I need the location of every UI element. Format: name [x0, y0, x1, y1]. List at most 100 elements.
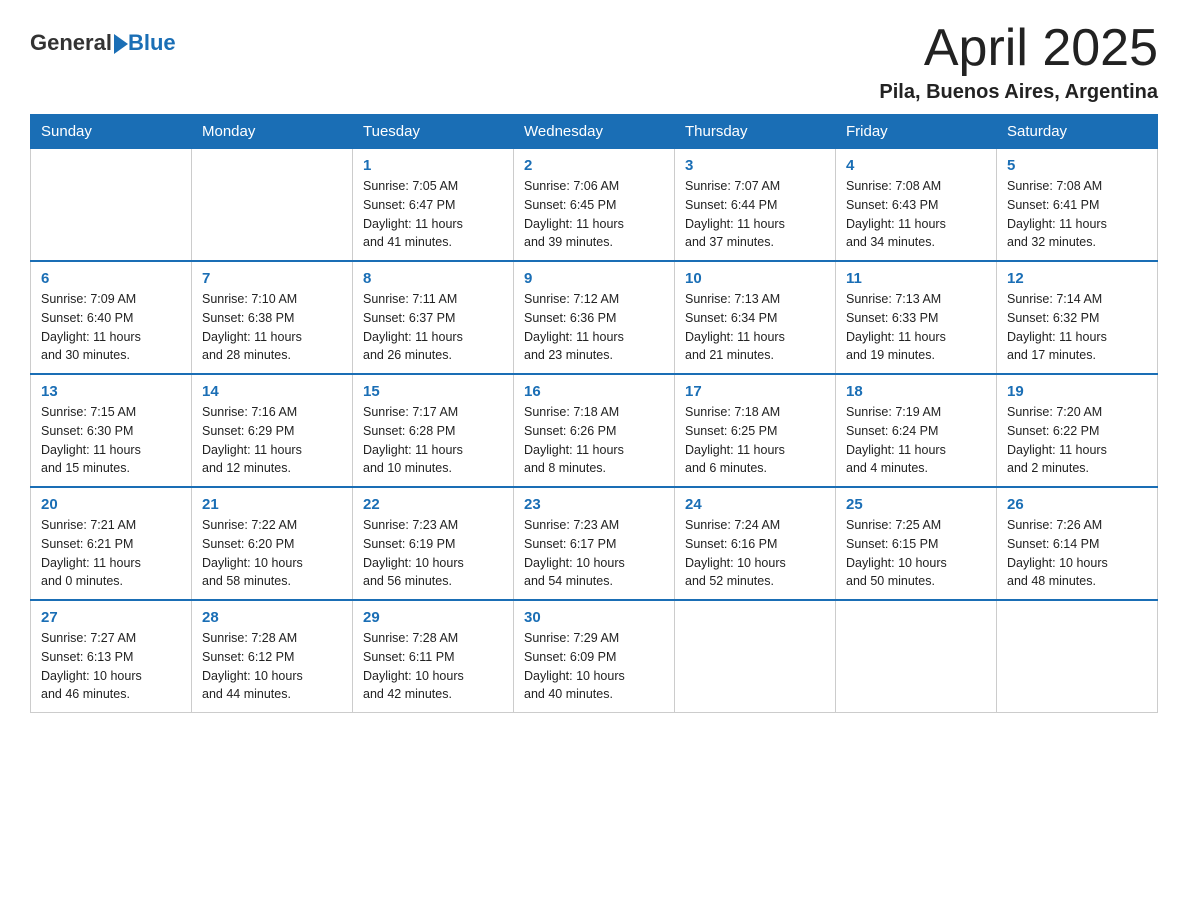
calendar-day-cell: 26 Sunrise: 7:26 AMSunset: 6:14 PMDayligh… — [997, 487, 1158, 600]
day-info: Sunrise: 7:14 AMSunset: 6:32 PMDaylight:… — [1007, 290, 1147, 365]
calendar-day-cell: 6Sunrise: 7:09 AMSunset: 6:40 PMDaylight… — [31, 261, 192, 374]
day-info: Sunrise: 7:26 AMSunset: 6:14 PMDaylight:… — [1007, 516, 1147, 591]
day-number: 30 — [524, 609, 664, 626]
calendar-day-cell: 21Sunrise: 7:22 AMSunset: 6:20 PMDayligh… — [192, 487, 353, 600]
calendar-day-cell: 1 Sunrise: 7:05 AMSunset: 6:47 PMDaylight… — [353, 149, 514, 262]
day-info: Sunrise: 7:25 AMSunset: 6:15 PMDaylight:… — [846, 516, 986, 591]
day-info: Sunrise: 7:11 AMSunset: 6:37 PMDaylight:… — [363, 290, 503, 365]
day-info: Sunrise: 7:07 AMSunset: 6:44 PMDaylight:… — [685, 177, 825, 252]
day-info: Sunrise: 7:24 AMSunset: 6:16 PMDaylight:… — [685, 516, 825, 591]
day-info: Sunrise: 7:05 AMSunset: 6:47 PMDaylight:… — [363, 177, 503, 252]
day-info: Sunrise: 7:28 AMSunset: 6:12 PMDaylight:… — [202, 629, 342, 704]
day-info: Sunrise: 7:21 AMSunset: 6:21 PMDaylight:… — [41, 516, 181, 591]
day-info: Sunrise: 7:23 AMSunset: 6:19 PMDaylight:… — [363, 516, 503, 591]
calendar-header-cell: Saturday — [997, 115, 1158, 149]
calendar-day-cell: 17 Sunrise: 7:18 AMSunset: 6:25 PMDayligh… — [675, 374, 836, 487]
calendar-day-cell: 16 Sunrise: 7:18 AMSunset: 6:26 PMDayligh… — [514, 374, 675, 487]
day-number: 28 — [202, 609, 342, 626]
calendar-day-cell: 7 Sunrise: 7:10 AMSunset: 6:38 PMDaylight… — [192, 261, 353, 374]
calendar-day-cell: 5Sunrise: 7:08 AMSunset: 6:41 PMDaylight… — [997, 149, 1158, 262]
calendar-day-cell: 10Sunrise: 7:13 AMSunset: 6:34 PMDayligh… — [675, 261, 836, 374]
calendar-day-cell: 8Sunrise: 7:11 AMSunset: 6:37 PMDaylight… — [353, 261, 514, 374]
day-info: Sunrise: 7:19 AMSunset: 6:24 PMDaylight:… — [846, 403, 986, 478]
day-number: 6 — [41, 270, 181, 287]
day-number: 14 — [202, 383, 342, 400]
day-number: 25 — [846, 496, 986, 513]
day-number: 15 — [363, 383, 503, 400]
day-number: 16 — [524, 383, 664, 400]
page-subtitle: Pila, Buenos Aires, Argentina — [879, 81, 1158, 104]
day-number: 20 — [41, 496, 181, 513]
day-number: 24 — [685, 496, 825, 513]
calendar-day-cell: 12 Sunrise: 7:14 AMSunset: 6:32 PMDayligh… — [997, 261, 1158, 374]
calendar-day-cell: 9 Sunrise: 7:12 AMSunset: 6:36 PMDaylight… — [514, 261, 675, 374]
day-info: Sunrise: 7:10 AMSunset: 6:38 PMDaylight:… — [202, 290, 342, 365]
logo: General Blue — [30, 30, 176, 56]
calendar-week-row: 27Sunrise: 7:27 AMSunset: 6:13 PMDayligh… — [31, 600, 1158, 713]
day-number: 13 — [41, 383, 181, 400]
calendar-day-cell: 29Sunrise: 7:28 AMSunset: 6:11 PMDayligh… — [353, 600, 514, 713]
page-title: April 2025 — [879, 20, 1158, 77]
calendar-table: SundayMondayTuesdayWednesdayThursdayFrid… — [30, 114, 1158, 713]
day-info: Sunrise: 7:18 AMSunset: 6:26 PMDaylight:… — [524, 403, 664, 478]
day-info: Sunrise: 7:22 AMSunset: 6:20 PMDaylight:… — [202, 516, 342, 591]
day-info: Sunrise: 7:28 AMSunset: 6:11 PMDaylight:… — [363, 629, 503, 704]
calendar-day-cell: 14 Sunrise: 7:16 AMSunset: 6:29 PMDayligh… — [192, 374, 353, 487]
calendar-day-cell: 3 Sunrise: 7:07 AMSunset: 6:44 PMDaylight… — [675, 149, 836, 262]
calendar-header-cell: Wednesday — [514, 115, 675, 149]
day-number: 3 — [685, 157, 825, 174]
calendar-day-cell: 13 Sunrise: 7:15 AMSunset: 6:30 PMDayligh… — [31, 374, 192, 487]
calendar-header-cell: Friday — [836, 115, 997, 149]
calendar-day-cell — [675, 600, 836, 713]
day-number: 17 — [685, 383, 825, 400]
day-info: Sunrise: 7:29 AMSunset: 6:09 PMDaylight:… — [524, 629, 664, 704]
day-info: Sunrise: 7:16 AMSunset: 6:29 PMDaylight:… — [202, 403, 342, 478]
day-number: 18 — [846, 383, 986, 400]
day-number: 1 — [363, 157, 503, 174]
calendar-day-cell: 25 Sunrise: 7:25 AMSunset: 6:15 PMDayligh… — [836, 487, 997, 600]
calendar-day-cell: 28 Sunrise: 7:28 AMSunset: 6:12 PMDayligh… — [192, 600, 353, 713]
logo-arrow-icon — [114, 34, 128, 54]
calendar-week-row: 1 Sunrise: 7:05 AMSunset: 6:47 PMDaylight… — [31, 149, 1158, 262]
calendar-header-cell: Tuesday — [353, 115, 514, 149]
day-number: 23 — [524, 496, 664, 513]
calendar-day-cell: 4Sunrise: 7:08 AMSunset: 6:43 PMDaylight… — [836, 149, 997, 262]
day-info: Sunrise: 7:13 AMSunset: 6:33 PMDaylight:… — [846, 290, 986, 365]
day-number: 9 — [524, 270, 664, 287]
day-info: Sunrise: 7:15 AMSunset: 6:30 PMDaylight:… — [41, 403, 181, 478]
logo-general-text: General — [30, 30, 112, 56]
day-number: 12 — [1007, 270, 1147, 287]
day-info: Sunrise: 7:08 AMSunset: 6:41 PMDaylight:… — [1007, 177, 1147, 252]
day-number: 10 — [685, 270, 825, 287]
title-block: April 2025 Pila, Buenos Aires, Argentina — [879, 20, 1158, 104]
calendar-day-cell: 11 Sunrise: 7:13 AMSunset: 6:33 PMDayligh… — [836, 261, 997, 374]
page-header: General Blue April 2025 Pila, Buenos Air… — [30, 20, 1158, 104]
day-number: 26 — [1007, 496, 1147, 513]
day-number: 7 — [202, 270, 342, 287]
day-number: 22 — [363, 496, 503, 513]
calendar-week-row: 13 Sunrise: 7:15 AMSunset: 6:30 PMDayligh… — [31, 374, 1158, 487]
calendar-header-row: SundayMondayTuesdayWednesdayThursdayFrid… — [31, 115, 1158, 149]
day-number: 27 — [41, 609, 181, 626]
day-number: 4 — [846, 157, 986, 174]
calendar-week-row: 6Sunrise: 7:09 AMSunset: 6:40 PMDaylight… — [31, 261, 1158, 374]
calendar-day-cell — [836, 600, 997, 713]
logo-blue-text: Blue — [128, 30, 176, 56]
calendar-header-cell: Thursday — [675, 115, 836, 149]
day-number: 11 — [846, 270, 986, 287]
calendar-day-cell — [997, 600, 1158, 713]
calendar-day-cell: 24 Sunrise: 7:24 AMSunset: 6:16 PMDayligh… — [675, 487, 836, 600]
calendar-day-cell: 20 Sunrise: 7:21 AMSunset: 6:21 PMDayligh… — [31, 487, 192, 600]
calendar-header-cell: Monday — [192, 115, 353, 149]
calendar-day-cell: 18 Sunrise: 7:19 AMSunset: 6:24 PMDayligh… — [836, 374, 997, 487]
calendar-day-cell: 23 Sunrise: 7:23 AMSunset: 6:17 PMDayligh… — [514, 487, 675, 600]
day-info: Sunrise: 7:17 AMSunset: 6:28 PMDaylight:… — [363, 403, 503, 478]
calendar-day-cell — [31, 149, 192, 262]
day-info: Sunrise: 7:18 AMSunset: 6:25 PMDaylight:… — [685, 403, 825, 478]
calendar-week-row: 20 Sunrise: 7:21 AMSunset: 6:21 PMDayligh… — [31, 487, 1158, 600]
day-info: Sunrise: 7:20 AMSunset: 6:22 PMDaylight:… — [1007, 403, 1147, 478]
calendar-day-cell: 19Sunrise: 7:20 AMSunset: 6:22 PMDayligh… — [997, 374, 1158, 487]
day-info: Sunrise: 7:12 AMSunset: 6:36 PMDaylight:… — [524, 290, 664, 365]
day-info: Sunrise: 7:23 AMSunset: 6:17 PMDaylight:… — [524, 516, 664, 591]
calendar-day-cell: 27Sunrise: 7:27 AMSunset: 6:13 PMDayligh… — [31, 600, 192, 713]
